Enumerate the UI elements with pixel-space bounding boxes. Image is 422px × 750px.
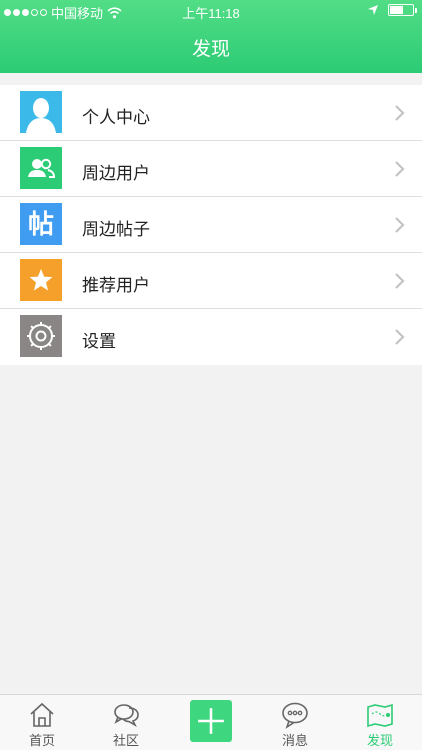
star-icon [20,259,62,301]
tab-messages[interactable]: 消息 [253,695,337,750]
battery-icon [388,4,417,16]
community-icon [114,704,139,728]
menu-item-label: 推荐用户 [82,276,150,295]
menu-item-label: 周边帖子 [82,220,150,239]
tab-label: 消息 [281,733,308,748]
chevron-right-icon [395,217,405,233]
chevron-right-icon [395,105,405,121]
message-icon [282,702,308,729]
person-icon [20,91,62,133]
tab-home[interactable]: 首页 [0,695,84,750]
tab-label: 首页 [28,733,55,748]
chevron-right-icon [395,273,405,289]
home-icon [30,702,54,727]
location-arrow-icon [368,5,378,15]
tab-label: 社区 [112,733,139,748]
gear-icon [20,315,62,357]
header: 中国移动 上午11:18 发现 [0,0,422,73]
add-button[interactable] [190,700,232,742]
menu-item-recommended-users[interactable]: 推荐用户 [0,253,422,309]
plus-icon [198,708,224,734]
menu-item-nearby-users[interactable]: 周边用户 [0,141,422,197]
status-bar: 中国移动 上午11:18 [0,0,422,24]
tab-community[interactable]: 社区 [84,695,168,750]
status-time: 上午11:18 [182,6,240,21]
menu-item-settings[interactable]: 设置 [0,309,422,365]
tab-label: 发现 [366,733,393,748]
post-icon-glyph: 帖 [28,210,54,240]
users-icon [20,147,62,189]
post-icon: 帖 [20,203,62,245]
tab-bar: 首页 社区 消息 发现 [0,694,422,750]
tab-add[interactable] [168,695,252,750]
chevron-right-icon [395,161,405,177]
tab-discover[interactable]: 发现 [338,695,422,750]
menu-item-label: 设置 [82,332,116,351]
menu-item-personal-center[interactable]: 个人中心 [0,85,422,141]
chevron-right-icon [395,329,405,345]
menu-item-nearby-posts[interactable]: 帖 周边帖子 [0,197,422,253]
discover-map-icon [367,703,393,728]
menu-item-label: 周边用户 [82,164,150,183]
page-title: 发现 [191,39,230,60]
menu-item-label: 个人中心 [82,108,150,127]
discover-menu: 个人中心 周边用户 帖 周边帖子 推荐用户 设置 [0,85,422,365]
